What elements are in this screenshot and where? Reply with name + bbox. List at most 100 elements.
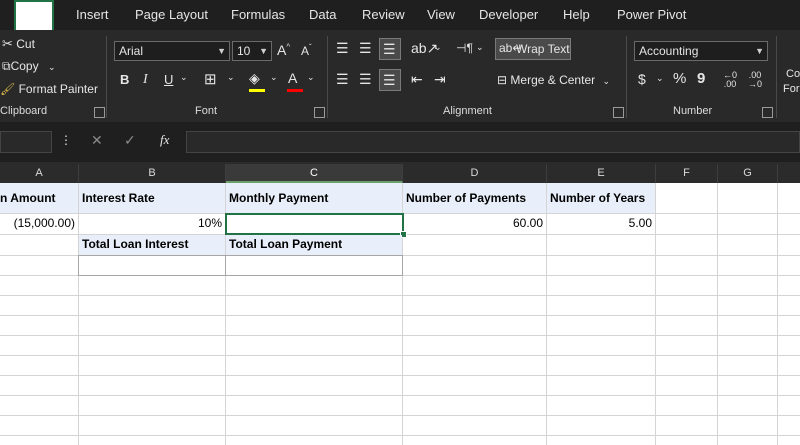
column-header-a[interactable]: A <box>0 164 79 183</box>
chevron-down-icon[interactable]: ⌄ <box>476 42 484 53</box>
italic-icon[interactable]: I <box>143 72 148 88</box>
decrease-indent-icon[interactable]: ⇤ <box>411 71 423 88</box>
more-options-icon[interactable]: ⋮ <box>60 133 72 147</box>
cell-d1[interactable]: Number of Payments <box>403 183 546 213</box>
font-size-select[interactable]: 10 ▼ <box>232 41 272 61</box>
merge-center-button[interactable]: ⊟ Merge & Center ⌄ <box>497 73 610 87</box>
cell-c3[interactable]: Total Loan Payment <box>226 235 402 255</box>
tab-formulas[interactable]: Formulas <box>231 0 285 30</box>
chevron-down-icon: ▼ <box>259 46 268 56</box>
comma-style-icon[interactable]: 9 <box>697 70 705 87</box>
text-direction-icon[interactable]: ⊣¶ <box>456 41 473 55</box>
align-right-button[interactable]: ☰ <box>379 69 401 91</box>
cell-b2[interactable]: 10% <box>79 214 225 234</box>
top-align-icon[interactable]: ☰ <box>336 40 349 57</box>
name-box[interactable] <box>0 131 52 153</box>
cell-b3[interactable]: Total Loan Interest <box>79 235 225 255</box>
cancel-icon[interactable]: ✕ <box>91 132 103 149</box>
active-cell-c2[interactable] <box>225 213 404 235</box>
tab-insert[interactable]: Insert <box>76 0 109 30</box>
font-size-value: 10 <box>237 44 251 58</box>
chevron-down-icon[interactable]: ⌄ <box>434 42 442 53</box>
font-name-value: Arial <box>119 44 144 58</box>
format-painter-button[interactable]: 🖌 Format Painter <box>0 82 98 96</box>
tab-page-layout[interactable]: Page Layout <box>135 0 208 30</box>
underline-icon[interactable]: U <box>164 72 173 87</box>
tab-view[interactable]: View <box>427 0 455 30</box>
currency-icon[interactable]: $ <box>638 71 646 87</box>
decrease-font-size-icon[interactable]: Aˇ <box>301 43 312 58</box>
ribbon: ✂ Cut ⧉Copy ⌄ 🖌 Format Painter Clipboard… <box>0 30 800 122</box>
chevron-down-icon[interactable]: ⌄ <box>227 72 235 83</box>
increase-decimal-icon[interactable]: ←0.00 <box>723 71 737 89</box>
cut-button[interactable]: ✂ Cut <box>2 36 35 52</box>
format-painter-label: Format Painter <box>18 82 98 96</box>
gridline <box>0 375 800 376</box>
increase-indent-icon[interactable]: ⇥ <box>434 71 446 88</box>
bold-icon[interactable]: B <box>120 72 129 87</box>
merge-icon: ⊟ <box>497 73 508 87</box>
gridline <box>0 335 800 336</box>
formula-input[interactable] <box>186 131 800 153</box>
copy-button[interactable]: ⧉Copy ⌄ <box>2 59 55 74</box>
align-center-icon[interactable]: ☰ <box>359 71 372 88</box>
cell-b1[interactable]: Interest Rate <box>79 183 225 213</box>
tab-help[interactable]: Help <box>563 0 590 30</box>
cell-b4[interactable] <box>78 255 226 276</box>
chevron-down-icon[interactable]: ⌄ <box>307 72 315 83</box>
percent-icon[interactable]: % <box>673 70 686 87</box>
fill-color-icon[interactable]: ◈ <box>249 70 265 92</box>
number-format-select[interactable]: Accounting ▼ <box>634 41 768 61</box>
font-color-icon[interactable]: A <box>287 70 303 92</box>
number-dialog-launcher-icon[interactable] <box>762 107 773 118</box>
wrap-text-button[interactable]: ab↵ Wrap Text <box>495 38 571 60</box>
column-header-f[interactable]: F <box>656 164 718 183</box>
middle-align-icon[interactable]: ☰ <box>359 40 372 57</box>
chevron-down-icon[interactable]: ⌄ <box>270 72 278 83</box>
column-header-e[interactable]: E <box>547 164 656 183</box>
group-separator <box>327 36 328 118</box>
worksheet-grid[interactable]: n Amount Interest Rate Monthly Payment N… <box>0 183 800 445</box>
copy-label: Copy <box>10 59 39 73</box>
cell-a1[interactable]: n Amount <box>0 183 78 213</box>
ribbon-tabs: Home Insert Page Layout Formulas Data Re… <box>0 0 800 34</box>
column-header-g[interactable]: G <box>718 164 778 183</box>
clipboard-dialog-launcher-icon[interactable] <box>94 107 105 118</box>
gridline <box>717 183 718 445</box>
alignment-dialog-launcher-icon[interactable] <box>613 107 624 118</box>
cell-c4[interactable] <box>225 255 403 276</box>
cell-a2[interactable]: (15,000.00) <box>0 214 78 234</box>
conditional-formatting-button[interactable]: Co <box>786 68 800 80</box>
borders-icon[interactable]: ⊞ <box>204 70 217 88</box>
font-dialog-launcher-icon[interactable] <box>314 107 325 118</box>
column-header-c[interactable]: C <box>226 164 403 183</box>
chevron-down-icon: ▼ <box>217 46 226 56</box>
column-header-d[interactable]: D <box>403 164 547 183</box>
gridline <box>0 295 800 296</box>
tab-power-pivot[interactable]: Power Pivot <box>617 0 686 30</box>
tab-review[interactable]: Review <box>362 0 405 30</box>
decrease-decimal-icon[interactable]: .00 →0 <box>748 71 762 89</box>
gridline <box>655 183 656 445</box>
tab-data[interactable]: Data <box>309 0 336 30</box>
scissors-icon: ✂ <box>2 36 13 51</box>
tab-home[interactable]: Home <box>14 0 55 34</box>
chevron-down-icon[interactable]: ⌄ <box>656 73 664 84</box>
column-header-b[interactable]: B <box>79 164 226 183</box>
chevron-down-icon[interactable]: ⌄ <box>180 72 188 83</box>
gridline <box>0 355 800 356</box>
bottom-align-button[interactable]: ☰ <box>379 38 401 60</box>
chevron-down-icon: ▼ <box>755 46 764 56</box>
increase-font-size-icon[interactable]: A^ <box>277 42 290 58</box>
cell-d2[interactable]: 60.00 <box>403 214 546 234</box>
insert-function-icon[interactable]: fx <box>160 132 169 148</box>
cell-e2[interactable]: 5.00 <box>547 214 655 234</box>
align-left-icon[interactable]: ☰ <box>336 71 349 88</box>
cell-e1[interactable]: Number of Years <box>547 183 655 213</box>
chevron-down-icon: ⌄ <box>47 62 56 72</box>
tab-developer[interactable]: Developer <box>479 0 538 30</box>
cell-c1[interactable]: Monthly Payment <box>226 183 402 213</box>
enter-icon[interactable]: ✓ <box>124 132 136 149</box>
font-name-select[interactable]: Arial ▼ <box>114 41 230 61</box>
gridline <box>0 395 800 396</box>
